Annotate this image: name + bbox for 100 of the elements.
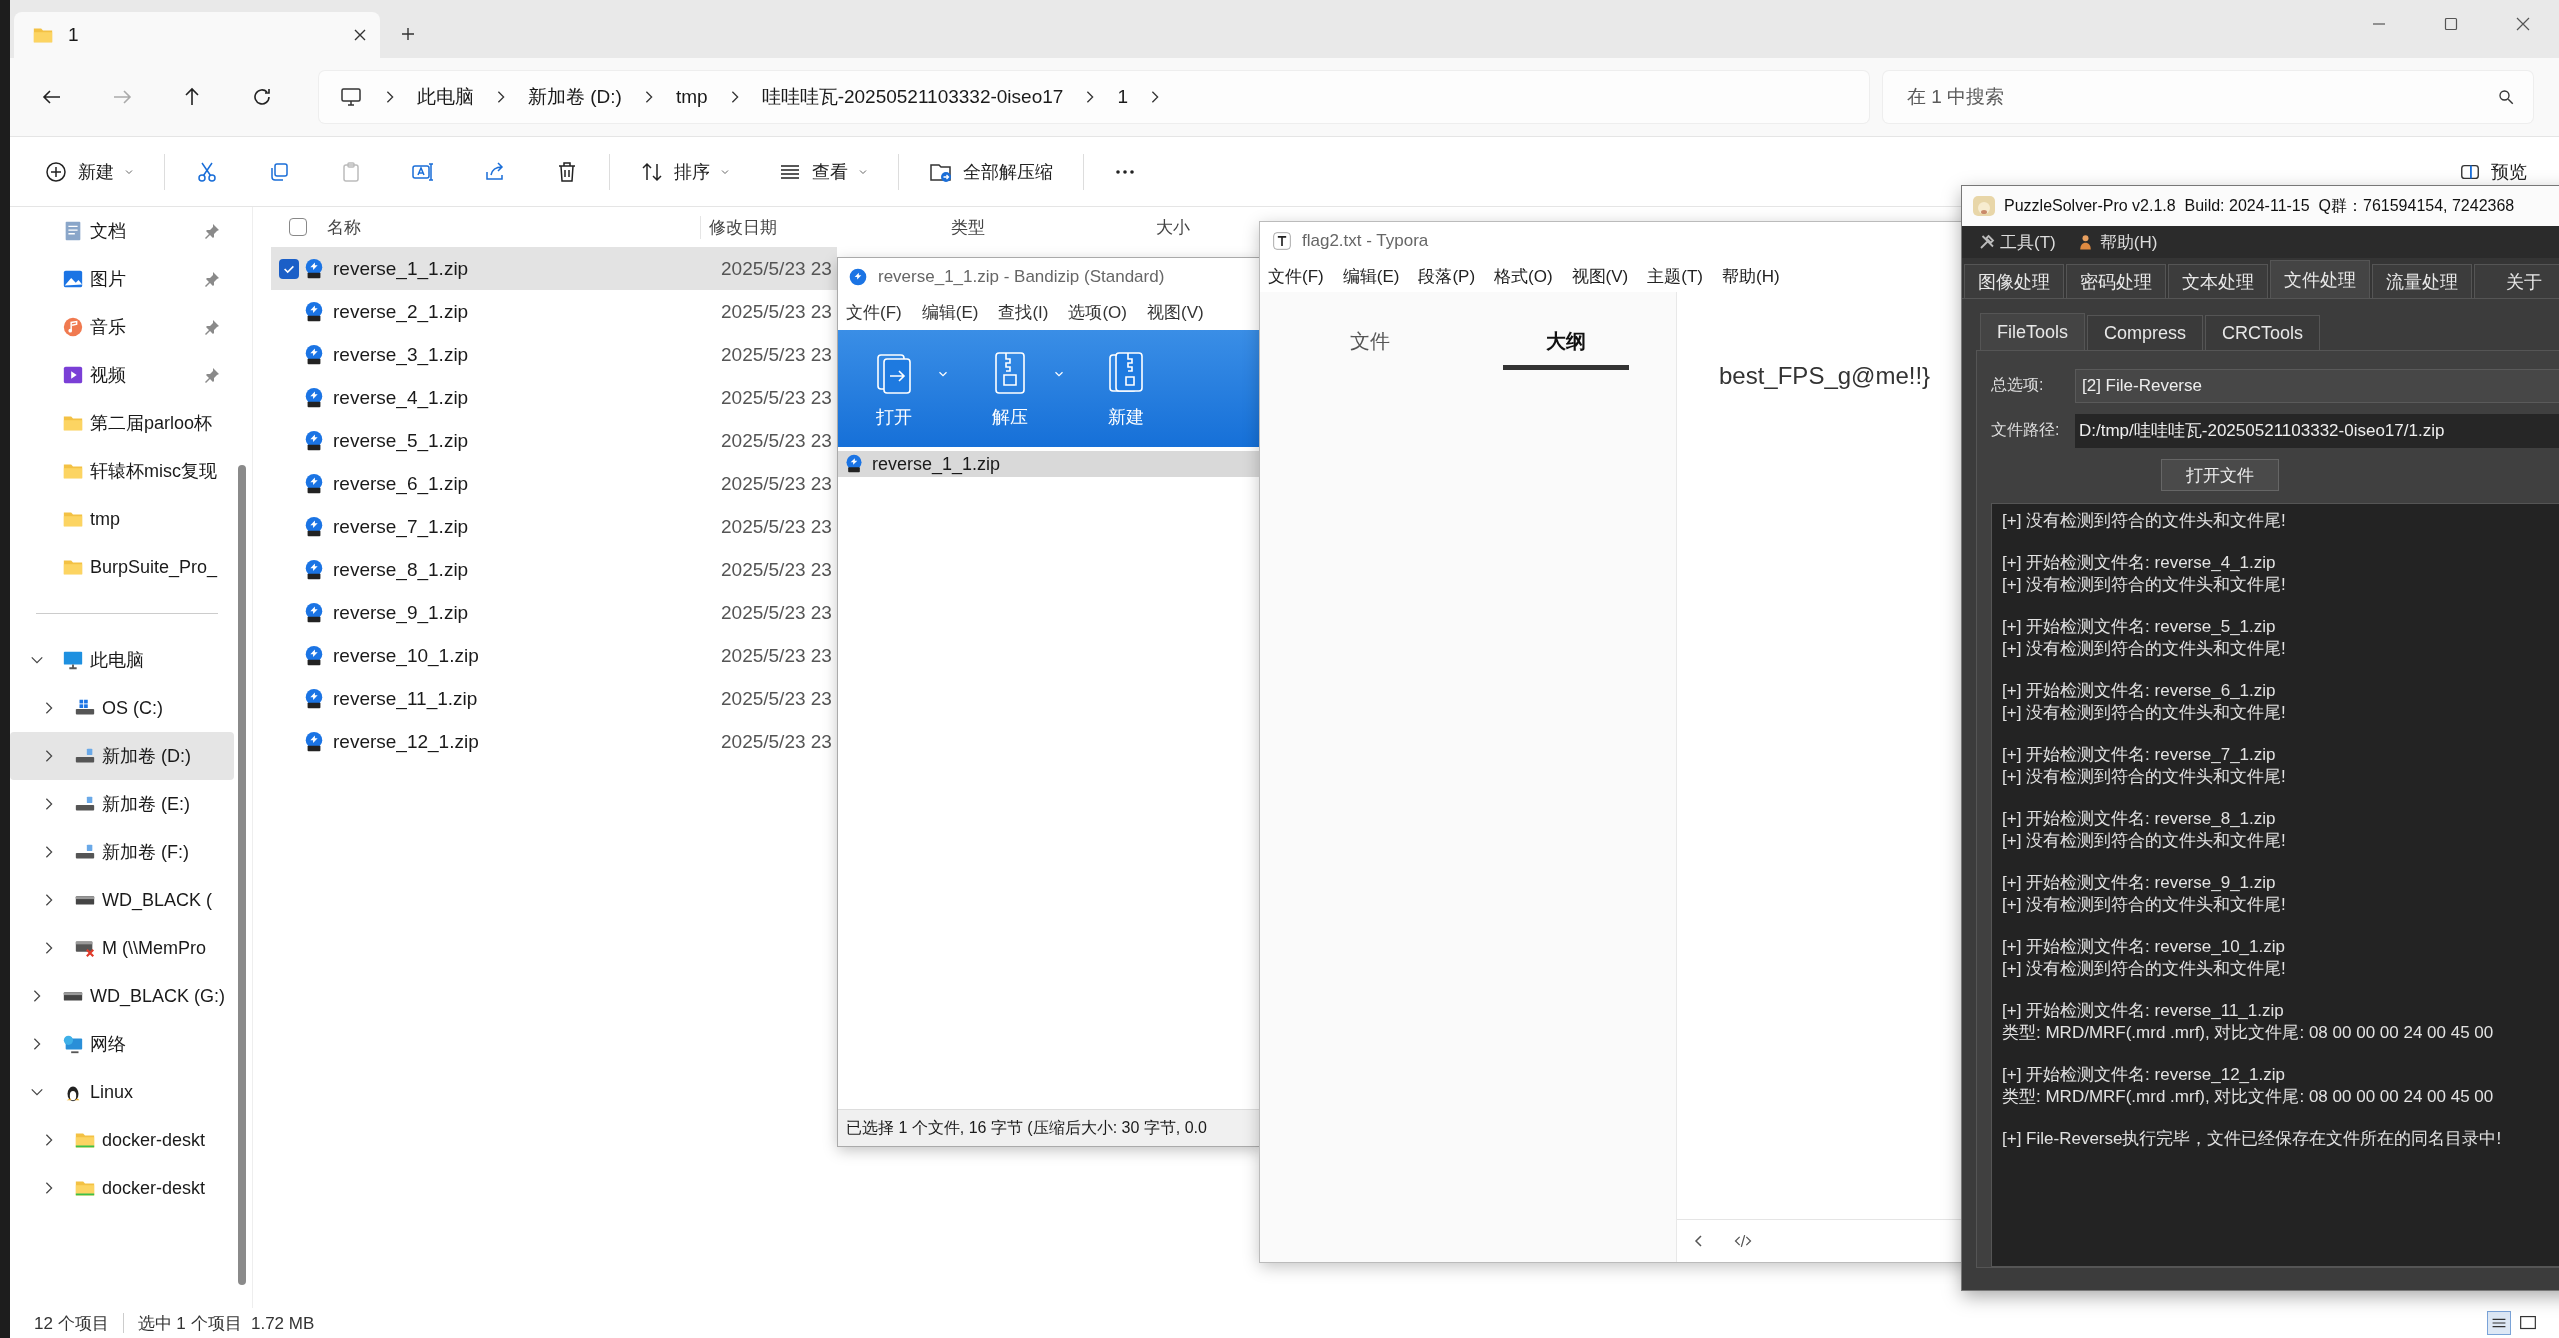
sidebar-item[interactable]: 第二届parloo杯 bbox=[10, 399, 234, 447]
zip-file-icon bbox=[303, 343, 325, 366]
breadcrumb-item[interactable]: 哇哇哇瓦-20250521103332-0iseo17 bbox=[761, 84, 1064, 110]
menu-item[interactable]: 编辑(E) bbox=[921, 301, 979, 324]
file-row[interactable]: reverse_8_1.zip 2025/5/23 23 bbox=[271, 548, 837, 591]
file-name: reverse_12_1.zip bbox=[333, 730, 480, 753]
window-tab[interactable]: 1 bbox=[14, 12, 380, 58]
sheep-icon bbox=[1972, 194, 1996, 218]
sidebar-item[interactable]: 图片 bbox=[10, 255, 234, 303]
sidebar-item[interactable]: BurpSuite_Pro_ bbox=[10, 543, 234, 591]
option-dropdown[interactable]: [2] File-Reverse bbox=[2075, 368, 2559, 403]
tab[interactable]: 密码处理 bbox=[2066, 264, 2166, 298]
new-tab-icon[interactable] bbox=[400, 26, 416, 42]
close-icon[interactable] bbox=[2515, 16, 2531, 32]
maximize-icon[interactable] bbox=[2443, 16, 2459, 32]
archive-item[interactable]: reverse_1_1.zip bbox=[838, 451, 1262, 477]
tab[interactable]: CRCTools bbox=[2205, 315, 2321, 350]
file-row[interactable]: reverse_2_1.zip 2025/5/23 23 bbox=[271, 290, 837, 333]
pin-icon[interactable] bbox=[204, 319, 220, 335]
menu-item[interactable]: 格式(O) bbox=[1494, 264, 1553, 288]
tree-item[interactable]: WD_BLACK ( bbox=[10, 876, 234, 924]
menu-item[interactable]: 选项(O) bbox=[1068, 301, 1127, 324]
file-row[interactable]: reverse_3_1.zip 2025/5/23 23 bbox=[271, 333, 837, 376]
tree-item[interactable]: 此电脑 bbox=[10, 636, 234, 684]
file-row[interactable]: reverse_1_1.zip 2025/5/23 23 bbox=[271, 247, 837, 290]
extract-all-button[interactable]: 全部解压缩 bbox=[905, 151, 1077, 192]
open-file-button[interactable]: 打开文件 bbox=[2161, 459, 2279, 491]
menu-item[interactable]: 帮助(H) bbox=[1722, 264, 1780, 288]
pin-icon[interactable] bbox=[204, 271, 220, 287]
open-button[interactable]: 打开 bbox=[858, 344, 958, 433]
search-field[interactable]: 在 1 中搜索 bbox=[1883, 71, 2533, 123]
tree-item[interactable]: 新加卷 (E:) bbox=[10, 780, 234, 828]
column-header[interactable]: 类型 bbox=[951, 215, 1156, 239]
address-bar[interactable]: 此电脑 新加卷 (D:) tmp 哇哇哇瓦-20250521103332-0iseo17 1 bbox=[319, 71, 1869, 123]
column-header[interactable]: 大小 bbox=[1156, 215, 1190, 239]
new-archive-button[interactable]: 新建 bbox=[1090, 344, 1162, 433]
menu-item[interactable]: 工具(T) bbox=[1978, 230, 2056, 254]
sidebar-item[interactable]: tmp bbox=[10, 495, 234, 543]
view-button[interactable]: 查看 bbox=[754, 151, 892, 192]
tree-item[interactable]: M (\\MemPro bbox=[10, 924, 234, 972]
file-row[interactable]: reverse_5_1.zip 2025/5/23 23 bbox=[271, 419, 837, 462]
menu-item[interactable]: 编辑(E) bbox=[1342, 264, 1400, 288]
tree-item[interactable]: OS (C:) bbox=[10, 684, 234, 732]
pin-icon[interactable] bbox=[204, 223, 220, 239]
close-icon[interactable] bbox=[352, 27, 368, 43]
tab[interactable]: 文本处理 bbox=[2168, 264, 2268, 298]
menu-item[interactable]: 文件(F) bbox=[846, 301, 902, 324]
breadcrumb-item[interactable]: 新加卷 (D:) bbox=[528, 84, 622, 110]
menu-item[interactable]: 文件(F) bbox=[1268, 264, 1324, 288]
tree-item[interactable]: WD_BLACK (G:) bbox=[10, 972, 234, 1020]
sidebar-tab[interactable]: 文件 bbox=[1307, 322, 1433, 370]
tab[interactable]: 流量处理 bbox=[2372, 264, 2472, 298]
column-header[interactable]: 名称 bbox=[327, 215, 700, 239]
sidebar-item[interactable]: 轩辕杯misc复现 bbox=[10, 447, 234, 495]
sidebar-item[interactable]: 视频 bbox=[10, 351, 234, 399]
select-all-checkbox[interactable] bbox=[289, 218, 307, 236]
file-row[interactable]: reverse_4_1.zip 2025/5/23 23 bbox=[271, 376, 837, 419]
window-title: reverse_1_1.zip - Bandizip (Standard) bbox=[878, 266, 1165, 287]
tab[interactable]: 文件处理 bbox=[2270, 260, 2370, 298]
sort-button[interactable]: 排序 bbox=[616, 151, 754, 192]
tab[interactable]: FileTools bbox=[1980, 313, 2086, 350]
row-checkbox[interactable] bbox=[279, 258, 299, 279]
monitor-icon bbox=[62, 649, 84, 671]
tree-item[interactable]: 新加卷 (F:) bbox=[10, 828, 234, 876]
extract-button[interactable]: 解压 bbox=[974, 344, 1074, 433]
menu-item[interactable]: 主题(T) bbox=[1647, 264, 1703, 288]
breadcrumb-item[interactable]: tmp bbox=[675, 86, 708, 108]
pin-icon[interactable] bbox=[204, 367, 220, 383]
path-field[interactable]: D:/tmp/哇哇哇瓦-20250521103332-0iseo17/1.zip bbox=[2075, 413, 2559, 448]
tab[interactable]: 图像处理 bbox=[1964, 264, 2064, 298]
menu-item[interactable]: 帮助(H) bbox=[2077, 230, 2158, 254]
preview-button[interactable]: 预览 bbox=[2449, 159, 2537, 184]
file-row[interactable]: reverse_10_1.zip 2025/5/23 23 bbox=[271, 634, 837, 677]
sidebar-item[interactable]: 文档 bbox=[10, 207, 234, 255]
tree-item[interactable]: docker-deskt bbox=[10, 1164, 234, 1212]
sidebar-tab[interactable]: 大纲 bbox=[1503, 322, 1629, 370]
sidebar-item[interactable]: 音乐 bbox=[10, 303, 234, 351]
file-row[interactable]: reverse_7_1.zip 2025/5/23 23 bbox=[271, 505, 837, 548]
file-row[interactable]: reverse_11_1.zip 2025/5/23 23 bbox=[271, 677, 837, 720]
file-row[interactable]: reverse_6_1.zip 2025/5/23 23 bbox=[271, 462, 837, 505]
tree-item[interactable]: docker-deskt bbox=[10, 1116, 234, 1164]
breadcrumb-item[interactable]: 此电脑 bbox=[417, 84, 474, 110]
log-line: [+] 没有检测到符合的文件头和文件尾! bbox=[2002, 702, 2287, 724]
scrollbar-thumb[interactable] bbox=[238, 465, 246, 1285]
file-row[interactable]: reverse_9_1.zip 2025/5/23 23 bbox=[271, 591, 837, 634]
tree-item[interactable]: 网络 bbox=[10, 1020, 234, 1068]
log-line: [+] 没有检测到符合的文件头和文件尾! bbox=[2002, 510, 2287, 532]
menu-item[interactable]: 视图(V) bbox=[1147, 301, 1204, 324]
file-row[interactable]: reverse_12_1.zip 2025/5/23 23 bbox=[271, 720, 837, 763]
menu-item[interactable]: 段落(P) bbox=[1418, 264, 1476, 288]
column-header[interactable]: 修改日期 bbox=[700, 215, 951, 239]
menu-item[interactable]: 视图(V) bbox=[1571, 264, 1629, 288]
tree-item[interactable]: 新加卷 (D:) bbox=[10, 732, 234, 780]
tab[interactable]: 关于 bbox=[2474, 264, 2559, 298]
breadcrumb-item[interactable]: 1 bbox=[1117, 86, 1128, 108]
tree-item[interactable]: Linux bbox=[10, 1068, 234, 1116]
details-view-icon[interactable] bbox=[2487, 1311, 2511, 1335]
menu-item[interactable]: 查找(I) bbox=[998, 301, 1049, 324]
new-button[interactable]: 新建 bbox=[20, 151, 158, 192]
tab[interactable]: Compress bbox=[2087, 315, 2204, 350]
